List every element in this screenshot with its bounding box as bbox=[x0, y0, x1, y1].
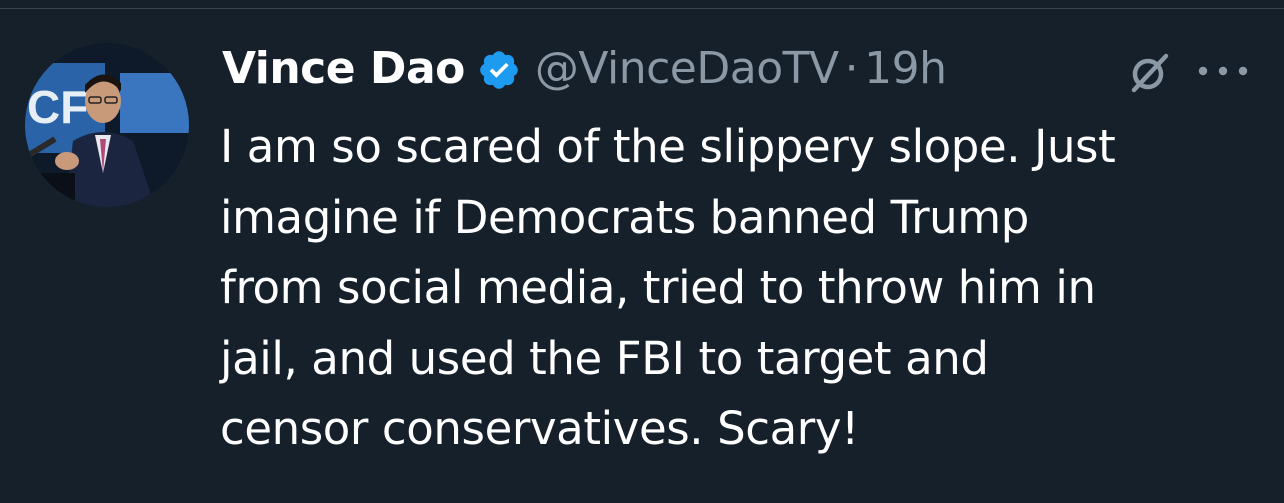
more-options-icon[interactable] bbox=[1196, 56, 1250, 86]
tweet-text-line: imagine if Democrats banned Trump bbox=[220, 190, 1029, 244]
author-display-name[interactable]: Vince Dao bbox=[222, 43, 465, 94]
tweet-text-line: jail, and used the FBI to target and bbox=[220, 331, 989, 385]
top-divider bbox=[0, 8, 1284, 9]
verified-badge-icon bbox=[480, 51, 518, 89]
svg-text:CF: CF bbox=[27, 81, 88, 133]
avatar-image: CF bbox=[25, 43, 189, 207]
tweet-text: I am so scared of the slippery slope. Ju… bbox=[220, 112, 1265, 465]
tweet-header: Vince Dao @VinceDaoTV · 19h bbox=[222, 40, 947, 96]
grok-icon[interactable] bbox=[1126, 48, 1174, 96]
tweet-text-line: I am so scared of the slippery slope. Ju… bbox=[220, 120, 1116, 173]
separator-dot: · bbox=[844, 42, 859, 94]
tweet-text-line: censor conservatives. Scary! bbox=[220, 402, 859, 455]
author-handle[interactable]: @VinceDaoTV bbox=[535, 43, 839, 94]
timestamp[interactable]: 19h bbox=[864, 43, 947, 94]
avatar[interactable]: CF bbox=[25, 43, 189, 207]
tweet-text-line: from social media, tried to throw him in bbox=[220, 261, 1096, 314]
